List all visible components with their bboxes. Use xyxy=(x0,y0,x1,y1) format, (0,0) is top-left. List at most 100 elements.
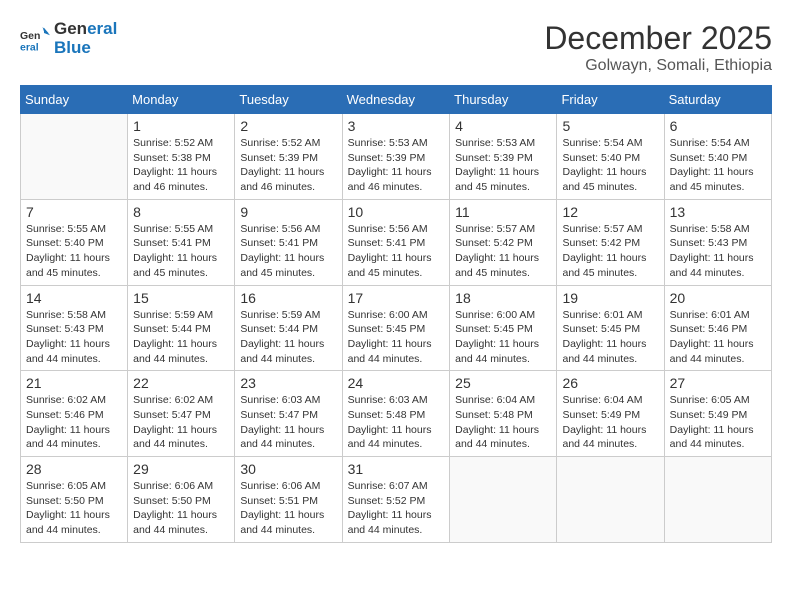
calendar-week-row: 7 Sunrise: 5:55 AM Sunset: 5:40 PM Daylig… xyxy=(21,199,772,285)
logo: Gen eral General Blue xyxy=(20,20,117,57)
day-number: 13 xyxy=(670,204,766,220)
calendar-cell: 12Sunrise: 5:57 AM Sunset: 5:42 PM Dayli… xyxy=(557,199,664,285)
logo-icon: Gen eral xyxy=(20,24,50,54)
calendar-cell: 8Sunrise: 5:55 AM Sunset: 5:41 PM Daylig… xyxy=(128,199,235,285)
calendar-cell: 6Sunrise: 5:54 AM Sunset: 5:40 PM Daylig… xyxy=(664,114,771,200)
calendar-cell: 26 Sunrise: 6:04 AM Sunset: 5:49 PM Dayli… xyxy=(557,371,664,457)
day-info: Sunrise: 6:03 AM Sunset: 5:48 PM Dayligh… xyxy=(348,393,445,452)
weekday-header-thursday: Thursday xyxy=(450,86,557,114)
day-number: 1 xyxy=(133,118,229,134)
weekday-header-monday: Monday xyxy=(128,86,235,114)
calendar-cell: 31 Sunrise: 6:07 AM Sunset: 5:52 PM Dayli… xyxy=(342,457,450,543)
day-number: 22 xyxy=(133,375,229,391)
day-info: Sunrise: 6:01 AM Sunset: 5:45 PM Dayligh… xyxy=(562,308,658,367)
day-info: Sunrise: 6:02 AM Sunset: 5:47 PM Dayligh… xyxy=(133,393,229,452)
day-number: 4 xyxy=(455,118,551,134)
calendar-cell: 17Sunrise: 6:00 AM Sunset: 5:45 PM Dayli… xyxy=(342,285,450,371)
day-info: Sunrise: 5:53 AM Sunset: 5:39 PM Dayligh… xyxy=(348,136,445,195)
calendar-cell xyxy=(664,457,771,543)
calendar-week-row: 28Sunrise: 6:05 AM Sunset: 5:50 PM Dayli… xyxy=(21,457,772,543)
calendar-week-row: 1Sunrise: 5:52 AM Sunset: 5:38 PM Daylig… xyxy=(21,114,772,200)
calendar-cell: 23 Sunrise: 6:03 AM Sunset: 5:47 PM Dayli… xyxy=(235,371,342,457)
weekday-header-tuesday: Tuesday xyxy=(235,86,342,114)
weekday-header-saturday: Saturday xyxy=(664,86,771,114)
day-number: 3 xyxy=(348,118,445,134)
calendar-cell: 19 Sunrise: 6:01 AM Sunset: 5:45 PM Dayli… xyxy=(557,285,664,371)
day-number: 23 xyxy=(240,375,336,391)
calendar-cell: 25 Sunrise: 6:04 AM Sunset: 5:48 PM Dayli… xyxy=(450,371,557,457)
page-header: Gen eral General Blue December 2025 Golw… xyxy=(20,20,772,75)
logo-line1: General xyxy=(54,20,117,39)
day-number: 31 xyxy=(348,461,445,477)
day-number: 2 xyxy=(240,118,336,134)
day-info: Sunrise: 6:07 AM Sunset: 5:52 PM Dayligh… xyxy=(348,479,445,538)
calendar-cell xyxy=(21,114,128,200)
calendar-week-row: 14Sunrise: 5:58 AM Sunset: 5:43 PM Dayli… xyxy=(21,285,772,371)
day-number: 26 xyxy=(562,375,658,391)
calendar-cell: 1Sunrise: 5:52 AM Sunset: 5:38 PM Daylig… xyxy=(128,114,235,200)
svg-text:eral: eral xyxy=(20,41,39,53)
day-info: Sunrise: 6:00 AM Sunset: 5:45 PM Dayligh… xyxy=(455,308,551,367)
calendar-cell: 15 Sunrise: 5:59 AM Sunset: 5:44 PM Dayli… xyxy=(128,285,235,371)
day-number: 11 xyxy=(455,204,551,220)
calendar-cell xyxy=(557,457,664,543)
calendar-cell: 9Sunrise: 5:56 AM Sunset: 5:41 PM Daylig… xyxy=(235,199,342,285)
calendar-cell: 28Sunrise: 6:05 AM Sunset: 5:50 PM Dayli… xyxy=(21,457,128,543)
day-info: Sunrise: 6:01 AM Sunset: 5:46 PM Dayligh… xyxy=(670,308,766,367)
weekday-header-wednesday: Wednesday xyxy=(342,86,450,114)
day-number: 21 xyxy=(26,375,122,391)
day-number: 24 xyxy=(348,375,445,391)
month-title: December 2025 xyxy=(544,20,772,57)
day-info: Sunrise: 5:54 AM Sunset: 5:40 PM Dayligh… xyxy=(670,136,766,195)
day-number: 10 xyxy=(348,204,445,220)
day-info: Sunrise: 6:04 AM Sunset: 5:48 PM Dayligh… xyxy=(455,393,551,452)
day-number: 15 xyxy=(133,290,229,306)
weekday-header-friday: Friday xyxy=(557,86,664,114)
logo-line2: Blue xyxy=(54,39,117,58)
day-info: Sunrise: 5:53 AM Sunset: 5:39 PM Dayligh… xyxy=(455,136,551,195)
calendar-cell: 7 Sunrise: 5:55 AM Sunset: 5:40 PM Daylig… xyxy=(21,199,128,285)
day-number: 20 xyxy=(670,290,766,306)
day-number: 14 xyxy=(26,290,122,306)
calendar-cell: 10 Sunrise: 5:56 AM Sunset: 5:41 PM Dayli… xyxy=(342,199,450,285)
day-info: Sunrise: 5:56 AM Sunset: 5:41 PM Dayligh… xyxy=(348,222,445,281)
day-info: Sunrise: 5:54 AM Sunset: 5:40 PM Dayligh… xyxy=(562,136,658,195)
calendar-cell: 14Sunrise: 5:58 AM Sunset: 5:43 PM Dayli… xyxy=(21,285,128,371)
day-number: 28 xyxy=(26,461,122,477)
day-number: 19 xyxy=(562,290,658,306)
day-number: 29 xyxy=(133,461,229,477)
day-number: 17 xyxy=(348,290,445,306)
day-info: Sunrise: 5:55 AM Sunset: 5:41 PM Dayligh… xyxy=(133,222,229,281)
calendar-cell: 29 Sunrise: 6:06 AM Sunset: 5:50 PM Dayli… xyxy=(128,457,235,543)
day-number: 12 xyxy=(562,204,658,220)
calendar-cell: 2 Sunrise: 5:52 AM Sunset: 5:39 PM Daylig… xyxy=(235,114,342,200)
title-block: December 2025 Golwayn, Somali, Ethiopia xyxy=(544,20,772,75)
day-info: Sunrise: 6:06 AM Sunset: 5:51 PM Dayligh… xyxy=(240,479,336,538)
day-info: Sunrise: 6:02 AM Sunset: 5:46 PM Dayligh… xyxy=(26,393,122,452)
day-number: 7 xyxy=(26,204,122,220)
day-info: Sunrise: 5:59 AM Sunset: 5:44 PM Dayligh… xyxy=(240,308,336,367)
calendar-cell xyxy=(450,457,557,543)
calendar-cell: 21 Sunrise: 6:02 AM Sunset: 5:46 PM Dayli… xyxy=(21,371,128,457)
day-info: Sunrise: 5:58 AM Sunset: 5:43 PM Dayligh… xyxy=(670,222,766,281)
calendar-cell: 4 Sunrise: 5:53 AM Sunset: 5:39 PM Daylig… xyxy=(450,114,557,200)
calendar-week-row: 21 Sunrise: 6:02 AM Sunset: 5:46 PM Dayli… xyxy=(21,371,772,457)
day-info: Sunrise: 5:59 AM Sunset: 5:44 PM Dayligh… xyxy=(133,308,229,367)
calendar-cell: 16Sunrise: 5:59 AM Sunset: 5:44 PM Dayli… xyxy=(235,285,342,371)
day-info: Sunrise: 5:55 AM Sunset: 5:40 PM Dayligh… xyxy=(26,222,122,281)
svg-text:Gen: Gen xyxy=(20,30,40,42)
calendar-cell: 30Sunrise: 6:06 AM Sunset: 5:51 PM Dayli… xyxy=(235,457,342,543)
weekday-header-row: SundayMondayTuesdayWednesdayThursdayFrid… xyxy=(21,86,772,114)
calendar-cell: 18Sunrise: 6:00 AM Sunset: 5:45 PM Dayli… xyxy=(450,285,557,371)
weekday-header-sunday: Sunday xyxy=(21,86,128,114)
day-number: 5 xyxy=(562,118,658,134)
day-info: Sunrise: 5:52 AM Sunset: 5:39 PM Dayligh… xyxy=(240,136,336,195)
day-number: 9 xyxy=(240,204,336,220)
day-info: Sunrise: 6:06 AM Sunset: 5:50 PM Dayligh… xyxy=(133,479,229,538)
day-info: Sunrise: 5:57 AM Sunset: 5:42 PM Dayligh… xyxy=(455,222,551,281)
day-info: Sunrise: 6:05 AM Sunset: 5:49 PM Dayligh… xyxy=(670,393,766,452)
day-number: 27 xyxy=(670,375,766,391)
day-number: 25 xyxy=(455,375,551,391)
day-info: Sunrise: 6:04 AM Sunset: 5:49 PM Dayligh… xyxy=(562,393,658,452)
day-info: Sunrise: 6:03 AM Sunset: 5:47 PM Dayligh… xyxy=(240,393,336,452)
